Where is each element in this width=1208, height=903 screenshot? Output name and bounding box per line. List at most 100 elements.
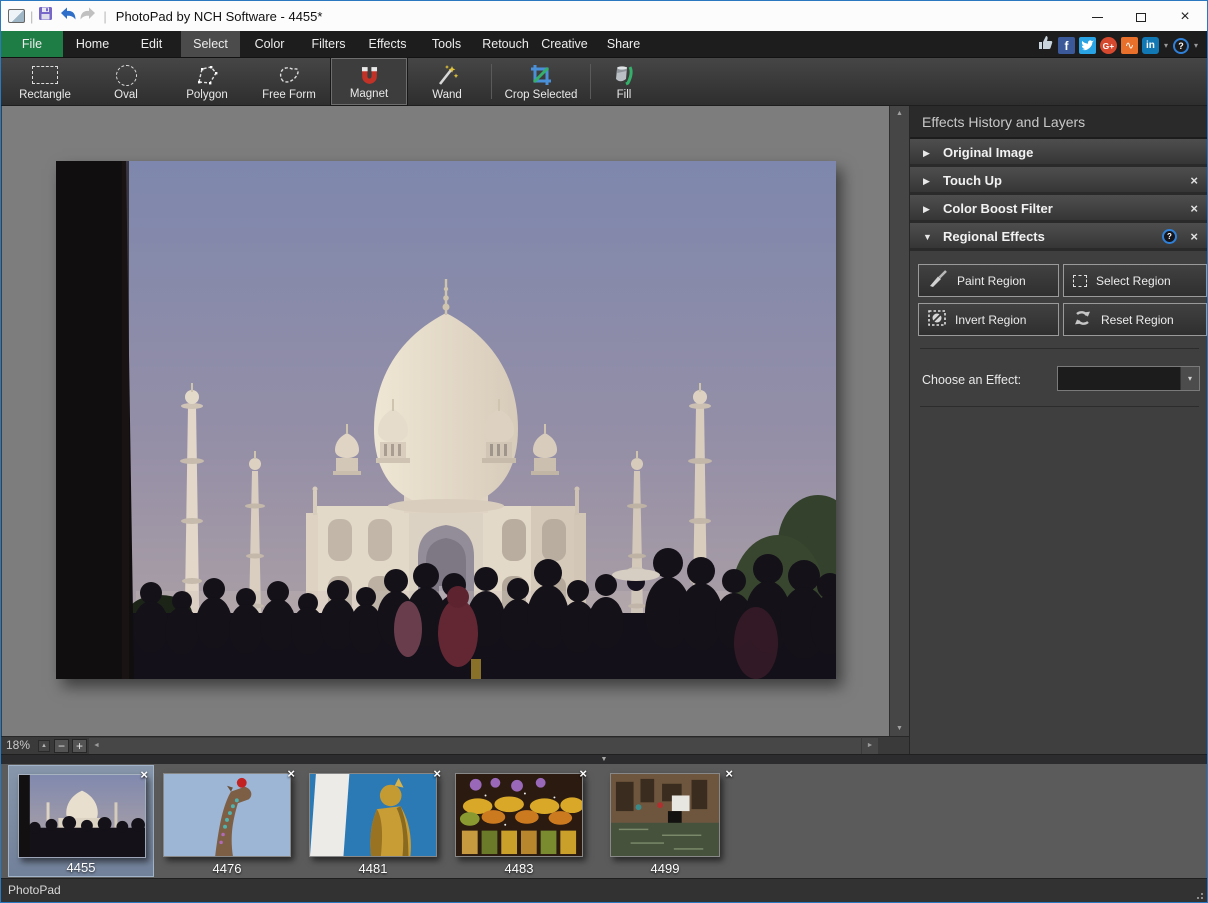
section-help-icon[interactable]: ?	[1162, 229, 1177, 244]
remove-effect-icon[interactable]: ×	[1190, 167, 1198, 195]
paint-region-button[interactable]: Paint Region	[918, 264, 1059, 297]
canvas-vertical-scrollbar[interactable]: ▲ ▼	[889, 106, 909, 736]
thumbnail-id: 4483	[446, 861, 592, 876]
social-icon-group: f G+ ∿ in ▾ ? ▾	[1038, 35, 1199, 56]
section-original-image[interactable]: ▶ Original Image	[910, 139, 1208, 167]
tab-retouch[interactable]: Retouch	[476, 31, 535, 57]
tool-oval[interactable]: Oval	[85, 58, 167, 105]
zoom-level[interactable]: 18%	[6, 738, 30, 752]
minimize-button[interactable]	[1075, 1, 1119, 31]
thumbnail-id: 4476	[154, 861, 300, 876]
tool-free-form[interactable]: Free Form	[247, 58, 331, 105]
scroll-right-icon[interactable]: ►	[862, 738, 878, 754]
canvas-horizontal-scrollbar[interactable]: ◄	[89, 738, 861, 754]
filmstrip-collapse-handle[interactable]: ▼	[1, 754, 1207, 764]
google-plus-icon[interactable]: G+	[1100, 37, 1117, 54]
editor-canvas[interactable]	[2, 106, 889, 736]
thumbnail-4499[interactable]: × 4499	[592, 765, 738, 877]
oval-select-icon	[85, 62, 167, 88]
tool-wand[interactable]: Wand	[407, 58, 487, 105]
select-region-icon	[1073, 275, 1087, 287]
facebook-icon[interactable]: f	[1058, 37, 1075, 54]
maximize-button[interactable]	[1119, 1, 1163, 31]
redo-icon[interactable]	[78, 6, 98, 27]
resize-grip[interactable]	[1193, 889, 1203, 899]
tab-home[interactable]: Home	[63, 31, 122, 57]
invert-region-icon	[928, 310, 946, 329]
app-icon	[8, 9, 25, 23]
expand-icon[interactable]: ▶	[923, 195, 930, 223]
invert-region-button[interactable]: Invert Region	[918, 303, 1059, 336]
thumbnail-4481[interactable]: × 4481	[300, 765, 446, 877]
tab-edit[interactable]: Edit	[122, 31, 181, 57]
effects-history-panel: Effects History and Layers ▶ Original Im…	[909, 106, 1208, 754]
like-thumb-icon[interactable]	[1038, 35, 1054, 56]
dropdown-arrow-icon[interactable]: ▾	[1180, 367, 1199, 390]
titlebar-separator: |	[30, 9, 33, 24]
scroll-left-icon[interactable]: ◄	[93, 738, 100, 754]
close-button[interactable]: ×	[1163, 1, 1207, 31]
thumbnail-image-buddha[interactable]	[309, 773, 437, 857]
help-icon[interactable]: ?	[1173, 38, 1189, 54]
tool-rectangle[interactable]: Rectangle	[5, 58, 85, 105]
tool-magnet[interactable]: Magnet	[331, 58, 407, 105]
filmstrip: × 4455 × 4476	[1, 764, 1207, 878]
tool-crop-selected[interactable]: Crop Selected	[496, 58, 586, 105]
expand-icon[interactable]: ▶	[923, 139, 930, 167]
thumbnail-4455[interactable]: × 4455	[8, 765, 154, 877]
zoom-spinner-icon[interactable]: ▲	[38, 740, 50, 752]
reset-region-button[interactable]: Reset Region	[1063, 303, 1207, 336]
linkedin-icon[interactable]: in	[1142, 37, 1159, 54]
close-thumbnail-icon[interactable]: ×	[725, 766, 733, 781]
tab-effects[interactable]: Effects	[358, 31, 417, 57]
section-touch-up[interactable]: ▶ Touch Up ×	[910, 167, 1208, 195]
tab-creative[interactable]: Creative	[535, 31, 594, 57]
thumbnail-image-camel[interactable]	[163, 773, 291, 857]
polygon-select-icon	[167, 62, 247, 88]
select-toolbar: Rectangle Oval Polygon Free Form Magnet	[1, 58, 1207, 106]
undo-icon[interactable]	[58, 6, 78, 27]
section-color-boost[interactable]: ▶ Color Boost Filter ×	[910, 195, 1208, 223]
twitter-icon[interactable]	[1079, 37, 1096, 54]
chevron-down-icon[interactable]: ▾	[1193, 41, 1199, 50]
tab-file[interactable]: File	[1, 31, 63, 57]
status-text: PhotoPad	[8, 883, 61, 897]
tab-filters[interactable]: Filters	[299, 31, 358, 57]
tool-fill[interactable]: Fill	[595, 58, 653, 105]
tab-tools[interactable]: Tools	[417, 31, 476, 57]
effect-dropdown[interactable]: ▾	[1057, 366, 1200, 391]
zoom-out-button[interactable]: −	[54, 739, 69, 753]
remove-effect-icon[interactable]: ×	[1190, 195, 1198, 223]
nch-wave-icon[interactable]: ∿	[1121, 37, 1138, 54]
tool-polygon[interactable]: Polygon	[167, 58, 247, 105]
thumbnail-image-taj-mahal[interactable]	[18, 774, 146, 858]
close-thumbnail-icon[interactable]: ×	[140, 767, 148, 782]
tab-share[interactable]: Share	[594, 31, 653, 57]
tab-select[interactable]: Select	[181, 31, 240, 57]
remove-effect-icon[interactable]: ×	[1190, 223, 1198, 251]
expand-icon[interactable]: ▶	[923, 167, 930, 195]
close-thumbnail-icon[interactable]: ×	[579, 766, 587, 781]
choose-effect-label: Choose an Effect:	[922, 368, 1021, 393]
collapse-icon[interactable]: ▼	[923, 223, 932, 251]
thumbnail-id: 4455	[9, 860, 153, 875]
photopad-window: | | PhotoPad by NCH Software - 4455* × F…	[0, 0, 1208, 903]
thumbnail-id: 4481	[300, 861, 446, 876]
select-region-button[interactable]: Select Region	[1063, 264, 1207, 297]
chevron-down-icon[interactable]: ▾	[1163, 41, 1169, 50]
thumbnail-image-market[interactable]	[455, 773, 583, 857]
thumbnail-image-ghats[interactable]	[610, 773, 720, 857]
close-thumbnail-icon[interactable]: ×	[433, 766, 441, 781]
scroll-up-icon[interactable]: ▲	[890, 106, 909, 121]
zoom-in-button[interactable]: +	[72, 739, 87, 753]
thumbnail-4483[interactable]: × 4483	[446, 765, 592, 877]
scroll-down-icon[interactable]: ▼	[890, 721, 909, 736]
section-regional-effects[interactable]: ▼ Regional Effects ? ×	[910, 223, 1208, 251]
main-photo-taj-mahal[interactable]	[56, 161, 836, 679]
save-icon[interactable]	[38, 6, 53, 26]
reset-arrows-icon	[1073, 309, 1092, 330]
close-thumbnail-icon[interactable]: ×	[287, 766, 295, 781]
thumbnail-4476[interactable]: × 4476	[154, 765, 300, 877]
tab-color[interactable]: Color	[240, 31, 299, 57]
crop-icon	[496, 62, 586, 88]
